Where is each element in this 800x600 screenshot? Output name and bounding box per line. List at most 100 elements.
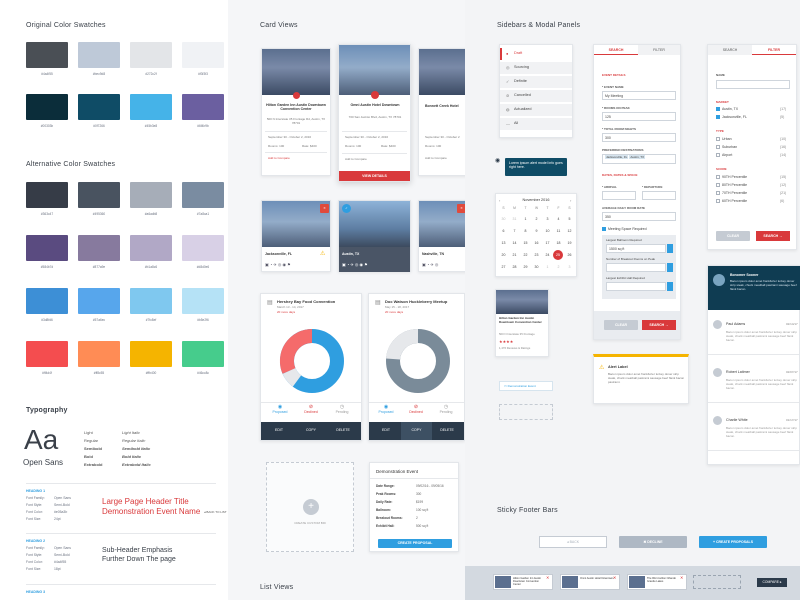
calendar-day[interactable]: 19 [564,238,575,248]
stepper-icon[interactable] [667,244,673,253]
calendar-day[interactable]: 17 [542,238,553,248]
calendar-day[interactable]: 14 [509,238,520,248]
compare-item[interactable]: Hilton Garden Inn Austin Downtown Conven… [493,574,553,590]
calendar-day[interactable]: 18 [553,238,564,248]
market-checkbox[interactable] [716,107,720,111]
clear-button[interactable]: CLEAR [604,320,638,330]
info-icon[interactable]: ◉ [495,157,500,164]
calendar-day[interactable]: 31 [509,214,520,224]
calendar-day[interactable]: 6 [498,226,509,236]
back-to-list-link[interactable]: ◂ BACK TO LIST [204,510,227,514]
stepper-icon[interactable] [667,282,673,291]
breakout-rooms-input[interactable] [606,263,666,272]
remove-icon[interactable]: ✕ [546,575,549,580]
bookmark-icon[interactable]: ✕ [320,204,329,213]
status-item-definite[interactable]: Definite [514,79,527,83]
contact-name[interactable]: Robert Latimer [726,370,750,374]
rooms-on-peak-input[interactable]: 125 [602,112,676,121]
calendar-day[interactable]: 10 [542,226,553,236]
calendar-day[interactable]: 25 [553,250,563,260]
tab-pending[interactable]: ◷ Pending [431,404,461,414]
search-button[interactable]: SEARCH → [642,320,676,330]
demo-event-card[interactable]: Demonstration Event Date Range: 09/02/16 … [369,462,459,552]
calendar-day[interactable]: 15 [520,238,531,248]
contact-name[interactable]: Charlie White [726,418,748,422]
type-checkbox[interactable] [716,153,720,157]
back-button[interactable]: ◂ BACK [539,536,607,548]
calendar-day[interactable]: 3 [542,214,553,224]
city-card[interactable]: ✕ Nashville, TN ▣ ◔ ✈ ◎ [418,200,468,272]
calendar-day[interactable]: 30 [498,214,509,224]
meeting-space-checkbox[interactable] [602,227,606,231]
tab-search[interactable]: SEARCH [708,45,752,55]
tab-pending[interactable]: ◷ Pending [327,404,357,414]
calendar-day[interactable]: 2 [553,262,564,272]
avg-rate-input[interactable]: 350 [602,212,676,221]
market-checkbox[interactable] [716,115,720,119]
stepper-icon[interactable] [667,263,673,272]
add-to-compare-link[interactable]: Add to Compare [345,157,367,161]
event-name-input[interactable]: My Meeting [602,91,676,100]
delete-button[interactable]: DELETE [432,428,462,432]
calendar-day[interactable]: 16 [531,238,542,248]
score-checkbox[interactable] [716,199,720,203]
tab-filter[interactable]: FILTER [638,45,680,55]
search-button[interactable]: SEARCH → [756,231,790,241]
compare-item[interactable]: The Ritz-Carlton Orlando Grande Lakes ✕ [627,574,687,590]
hotel-card[interactable]: Hilton Garden Inn Austin Downtown Conven… [261,48,331,176]
decline-button[interactable]: ✖ DECLINE [619,536,687,548]
next-month-icon[interactable]: › [570,198,571,203]
calendar-day[interactable]: 22 [520,250,531,260]
calendar-day[interactable]: 30 [531,262,542,272]
calendar-day[interactable]: 24 [542,250,553,260]
calendar-day[interactable]: 2 [531,214,542,224]
calendar-day[interactable]: 8 [520,226,531,236]
add-to-compare-link[interactable]: Add to Compare [425,156,447,160]
create-custom-bid-card[interactable]: + CREATE CUSTOM BID [266,462,354,552]
demo-event-pill[interactable]: ▭ Demonstration Event [499,381,553,391]
event-card[interactable]: ▤ Doc Watson Huckleberry Meetup May 15 -… [368,293,465,441]
tab-search[interactable]: SEARCH [594,45,638,55]
score-checkbox[interactable] [716,175,720,179]
preferred-destinations-input[interactable]: Jacksonville, FL Austin, TX [602,154,676,164]
status-item-actualized[interactable]: Actualized [514,107,532,111]
departure-input[interactable] [642,191,676,200]
largest-ballroom-input[interactable]: 1500 sq ft [606,244,666,253]
tab-declined[interactable]: ⊘ Declined [401,404,431,414]
calendar-day[interactable]: 1 [520,214,531,224]
calendar-day[interactable]: 26 [564,250,575,260]
calendar-day[interactable]: 3 [564,262,575,272]
type-checkbox[interactable] [716,145,720,149]
create-proposal-button[interactable]: CREATE PROPOSAL [378,539,452,548]
calendar-day[interactable]: 20 [498,250,509,260]
calendar-day[interactable]: 27 [498,262,509,272]
check-icon[interactable]: ✓ [342,204,351,213]
tab-declined[interactable]: ⊘ Declined [296,404,326,414]
add-to-compare-link[interactable]: Add to Compare [268,156,290,160]
status-item-cancelled[interactable]: Cancelled [514,93,531,97]
calendar-day[interactable]: 4 [553,214,564,224]
hotel-card[interactable]: Bonnett Creek Hotel September 30 - Octob… [418,48,468,176]
status-item-sourcing[interactable]: Sourcing [514,65,529,69]
clear-button[interactable]: CLEAR [716,231,750,241]
hotel-card-selected[interactable]: Omni Austin Hotel Downtown 700 San Jacin… [338,44,411,182]
city-card[interactable]: ✕ Jacksonville, FL ⚠ ▣ ◔ ✈ ◎ ◉ ⚑ [261,200,331,272]
calendar-day[interactable]: 21 [509,250,520,260]
calendar-day[interactable]: 5 [564,214,575,224]
score-checkbox[interactable] [716,191,720,195]
view-details-button[interactable]: VIEW DETAILS [339,171,410,181]
compare-button[interactable]: COMPARE ▸ [757,578,787,587]
calendar-day[interactable]: 1 [542,262,553,272]
calendar-day[interactable]: 12 [564,226,575,236]
copy-button[interactable]: COPY [295,428,327,432]
event-card[interactable]: ▤ Hershey Bay Food Convention March 13 -… [260,293,362,441]
plus-icon[interactable]: + [303,499,319,515]
tab-proposed[interactable]: ◉ Proposed [371,404,401,414]
calendar-day[interactable]: 9 [531,226,542,236]
contact-name[interactable]: Paul Adams [726,322,745,326]
total-room-nights-input[interactable]: 300 [602,133,676,142]
score-checkbox[interactable] [716,183,720,187]
calendar-day[interactable]: 29 [520,262,531,272]
destination-chip[interactable]: Austin, TX [629,155,646,159]
edit-button[interactable]: EDIT [371,428,401,432]
